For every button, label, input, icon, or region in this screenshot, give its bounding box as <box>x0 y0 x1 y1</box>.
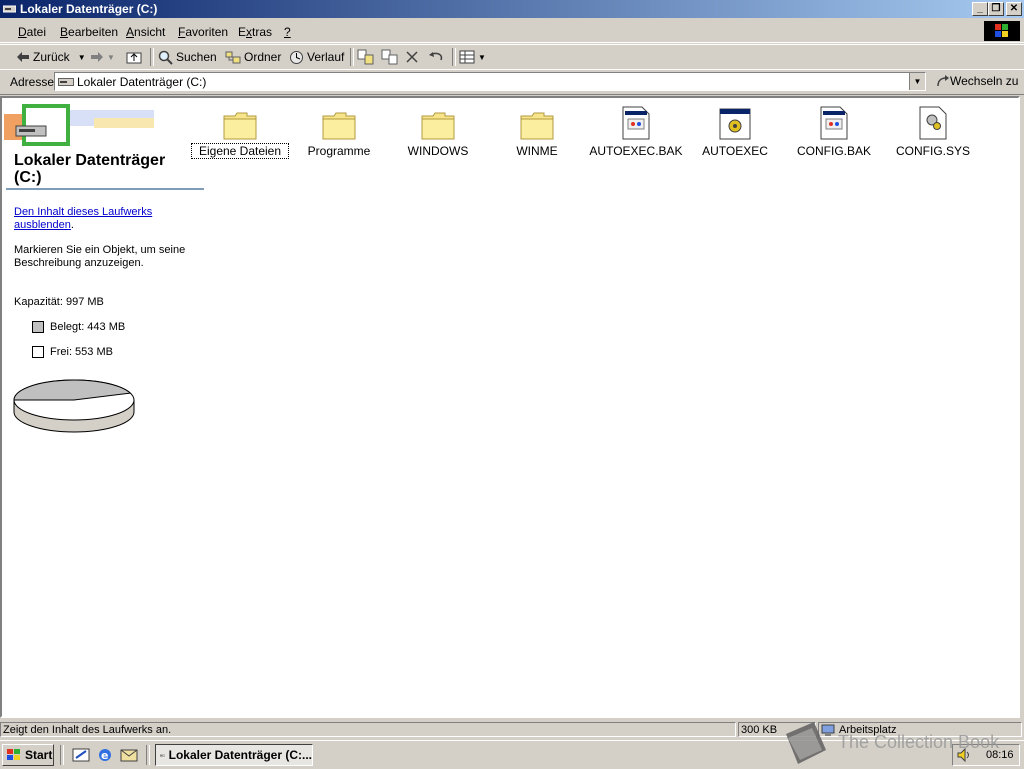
book-logo-icon <box>786 722 826 764</box>
folder-icon <box>291 100 387 140</box>
watermark: The Collection Book <box>780 718 1010 766</box>
file-label: WINDOWS <box>407 144 469 158</box>
folder-icon <box>390 100 486 140</box>
start-button[interactable]: Start <box>2 744 54 766</box>
history-button[interactable]: Verlauf <box>289 48 344 66</box>
menu-item-5[interactable]: ? <box>284 25 291 39</box>
drive-icon <box>58 78 74 86</box>
drive-icon <box>160 753 165 757</box>
hide-contents-link[interactable]: Den Inhalt dieses Laufwerks ausblenden. <box>14 206 194 232</box>
history-icon <box>290 50 303 64</box>
internet-explorer-icon[interactable]: e <box>96 747 114 763</box>
selection-hint: Markieren Sie ein Objekt, um seine Besch… <box>14 244 186 269</box>
address-dropdown-icon[interactable]: ▼ <box>909 73 925 90</box>
file-label: CONFIG.BAK <box>796 144 871 158</box>
folders-button[interactable]: Ordner <box>225 48 281 66</box>
back-dropdown-icon[interactable]: ▼ <box>78 53 86 62</box>
folder-up-icon <box>126 52 142 64</box>
disk-usage-pie <box>13 379 135 433</box>
window-title: Lokaler Datenträger (C:) <box>20 2 158 16</box>
system-file-icon <box>885 100 981 140</box>
standard-toolbar: Zurück ▼ ▼ Suchen Ordner Verlauf ▼ <box>0 44 1024 70</box>
file-item[interactable]: WINDOWS <box>390 100 486 158</box>
folder-icon <box>192 100 288 140</box>
file-item[interactable]: CONFIG.BAK <box>786 100 882 158</box>
search-button[interactable]: Suchen <box>158 48 217 66</box>
copy-to-icon <box>381 49 398 65</box>
file-item[interactable]: WINME <box>489 100 585 158</box>
file-item[interactable]: Programme <box>291 100 387 158</box>
forward-button[interactable]: ▼ <box>90 48 115 66</box>
drive-banner-icon <box>4 104 154 146</box>
drive-title: Lokaler Datenträger (C:) <box>14 152 166 186</box>
views-dropdown-icon[interactable]: ▼ <box>478 53 486 62</box>
views-button[interactable]: ▼ <box>459 48 486 66</box>
folder-icon <box>489 100 585 140</box>
used-legend: Belegt: 443 MB <box>32 321 125 333</box>
menu-item-0[interactable]: Datei <box>18 25 46 39</box>
windows-flag-icon <box>7 749 20 760</box>
back-arrow-icon <box>17 52 29 62</box>
address-bar: Adresse Lokaler Datenträger (C:) ▼ Wechs… <box>0 69 1024 95</box>
go-arrow-icon <box>937 75 949 87</box>
menu-item-3[interactable]: Favoriten <box>178 25 228 39</box>
title-divider <box>6 188 204 190</box>
up-button[interactable] <box>126 48 145 66</box>
file-label: Eigene Dateien <box>191 143 289 159</box>
move-to-button[interactable] <box>357 48 378 66</box>
capacity-label: Kapazität: 997 MB <box>14 296 104 308</box>
windows-logo-icon <box>984 21 1020 41</box>
batch-file-icon <box>687 100 783 140</box>
close-button[interactable]: ✕ <box>1006 2 1022 16</box>
free-swatch <box>32 346 44 358</box>
views-icon <box>459 50 475 64</box>
title-bar[interactable]: Lokaler Datenträger (C:) _ ❐ ✕ <box>0 0 1024 18</box>
copy-to-button[interactable] <box>381 48 402 66</box>
document-icon <box>786 100 882 140</box>
file-label: AUTOEXEC <box>702 144 768 158</box>
free-legend: Frei: 553 MB <box>32 346 113 358</box>
svg-text:e: e <box>101 749 108 762</box>
show-desktop-icon[interactable] <box>72 747 90 763</box>
file-item[interactable]: AUTOEXEC <box>687 100 783 158</box>
content-pane: Lokaler Datenträger (C:) Den Inhalt dies… <box>0 96 1020 718</box>
minimize-button[interactable]: _ <box>972 2 988 16</box>
forward-arrow-icon <box>91 52 103 62</box>
folders-icon <box>225 51 241 64</box>
menu-item-4[interactable]: Extras <box>238 25 272 39</box>
go-button[interactable]: Wechseln zu <box>936 74 1018 88</box>
undo-icon <box>429 52 443 61</box>
address-input[interactable]: Lokaler Datenträger (C:) ▼ <box>54 72 926 91</box>
address-value: Lokaler Datenträger (C:) <box>77 75 207 89</box>
file-item[interactable]: Eigene Dateien <box>191 100 289 159</box>
back-button[interactable]: Zurück ▼ <box>16 48 86 66</box>
restore-button[interactable]: ❐ <box>988 2 1004 16</box>
menu-bar: Datei Bearbeiten Ansicht Favoriten Extras? <box>0 20 1024 43</box>
file-item[interactable]: AUTOEXEC.BAK <box>588 100 684 158</box>
delete-button[interactable] <box>405 48 422 66</box>
file-label: AUTOEXEC.BAK <box>589 144 683 158</box>
move-to-icon <box>357 49 374 65</box>
outlook-express-icon[interactable] <box>120 747 138 763</box>
file-label: Programme <box>307 144 371 158</box>
file-label: WINME <box>516 144 558 158</box>
search-icon <box>158 50 173 65</box>
file-label: CONFIG.SYS <box>895 144 970 158</box>
forward-dropdown-icon[interactable]: ▼ <box>107 53 115 62</box>
used-swatch <box>32 321 44 333</box>
address-label: Adresse <box>10 75 55 89</box>
status-text: Zeigt den Inhalt des Laufwerks an. <box>0 722 736 737</box>
drive-icon <box>3 5 16 13</box>
taskbar-window-button[interactable]: Lokaler Datenträger (C:... <box>155 744 313 766</box>
file-item[interactable]: CONFIG.SYS <box>885 100 981 158</box>
undo-button[interactable] <box>428 48 447 66</box>
menu-item-2[interactable]: Ansicht <box>126 25 165 39</box>
delete-icon <box>406 51 418 63</box>
menu-item-1[interactable]: Bearbeiten <box>60 25 118 39</box>
document-icon <box>588 100 684 140</box>
